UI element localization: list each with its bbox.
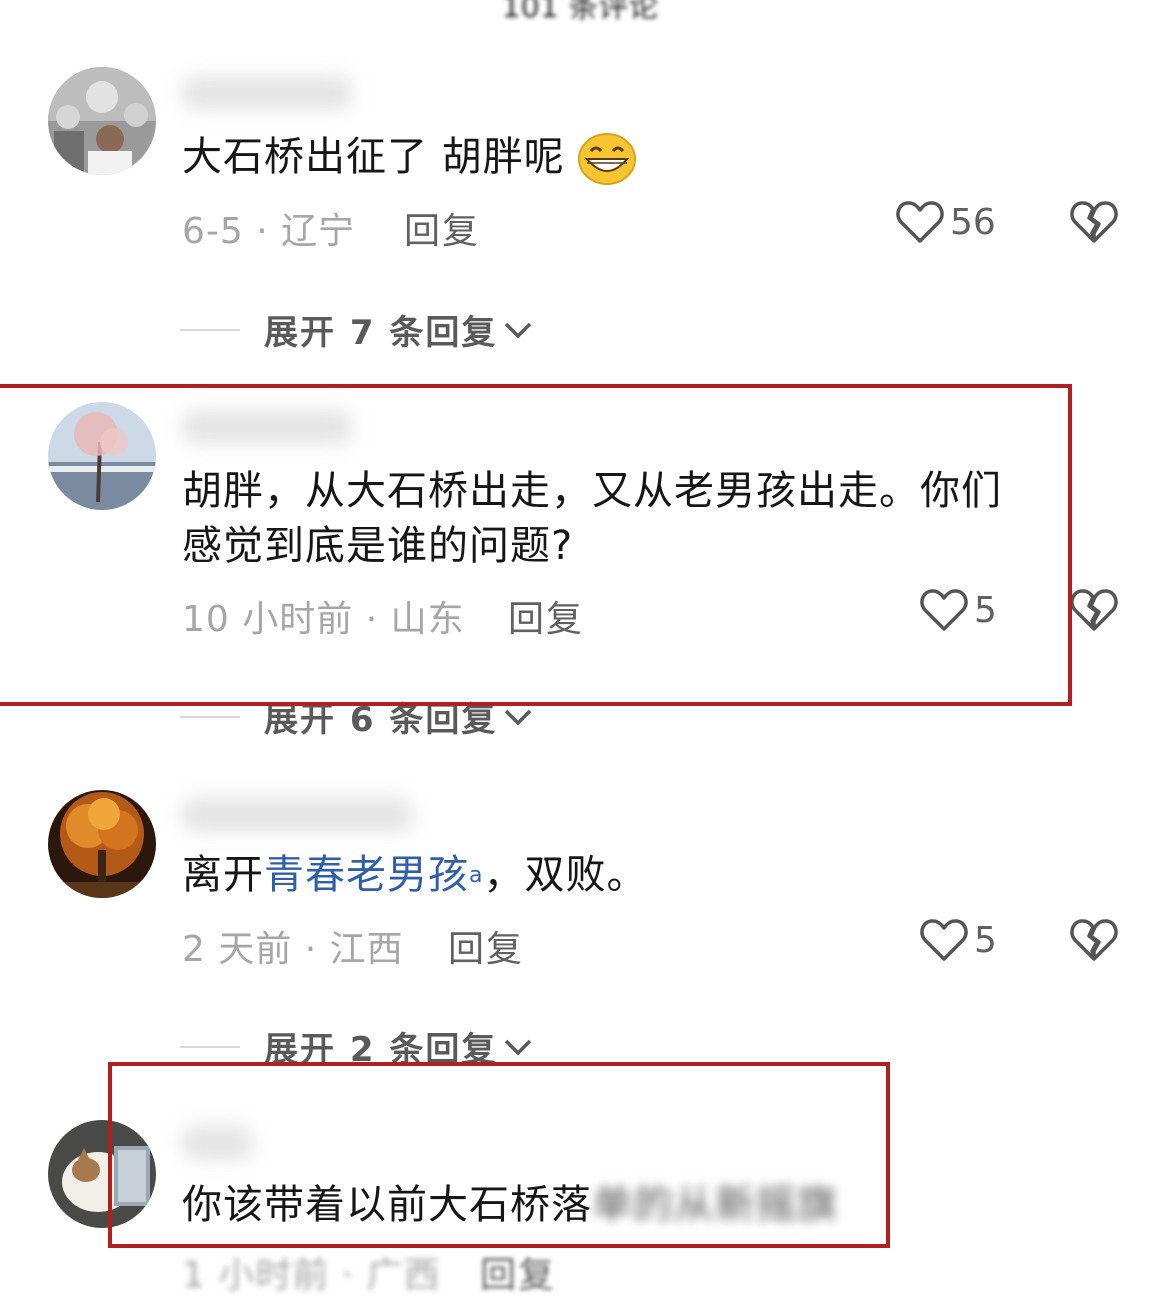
highlight-box bbox=[0, 384, 1072, 706]
like-count: 56 bbox=[950, 201, 996, 243]
reply-button[interactable]: 回复 bbox=[404, 202, 480, 254]
comment-meta: 2 天前 · 江西 bbox=[182, 929, 404, 970]
comment-meta: 1 小时前 · 广西 bbox=[182, 1255, 441, 1296]
chevron-down-icon bbox=[505, 322, 532, 338]
broken-heart-icon bbox=[1070, 919, 1118, 961]
dislike-button[interactable] bbox=[1070, 588, 1118, 636]
comments-count-title: 101 条评论 bbox=[501, 0, 659, 25]
heart-outline-icon bbox=[920, 919, 968, 961]
search-hint-icon[interactable]: 𝖺 bbox=[469, 863, 483, 888]
grinning-face-emoji bbox=[578, 133, 637, 185]
dislike-button[interactable] bbox=[1070, 200, 1118, 248]
comment-text: 大石桥出征了 胡胖呢 bbox=[182, 130, 637, 185]
divider bbox=[180, 328, 240, 331]
comment-text: 离开青春老男孩𝖺，双败。 bbox=[182, 852, 648, 898]
heart-outline-icon bbox=[896, 201, 944, 243]
avatar[interactable] bbox=[48, 67, 156, 175]
username-blurred[interactable] bbox=[182, 798, 412, 832]
broken-heart-icon bbox=[1070, 589, 1118, 631]
like-button[interactable]: 56 bbox=[896, 200, 996, 244]
broken-heart-icon bbox=[1070, 201, 1118, 243]
like-count: 5 bbox=[974, 919, 997, 961]
avatar[interactable] bbox=[48, 790, 156, 898]
divider bbox=[180, 1045, 240, 1048]
highlight-box bbox=[108, 1062, 890, 1248]
expand-replies-button[interactable]: 展开 7 条回复 bbox=[180, 305, 533, 354]
hashtag-link[interactable]: 青春老男孩 bbox=[264, 852, 469, 898]
reply-button[interactable]: 回复 bbox=[480, 1246, 556, 1298]
comment-meta: 6-5 · 辽宁 bbox=[182, 211, 356, 252]
chevron-down-icon bbox=[505, 1039, 532, 1055]
like-button[interactable]: 5 bbox=[920, 918, 997, 962]
divider bbox=[180, 715, 240, 718]
username-blurred[interactable] bbox=[182, 76, 352, 110]
dislike-button[interactable] bbox=[1070, 918, 1118, 966]
chevron-down-icon bbox=[505, 709, 532, 725]
reply-button[interactable]: 回复 bbox=[448, 920, 524, 972]
